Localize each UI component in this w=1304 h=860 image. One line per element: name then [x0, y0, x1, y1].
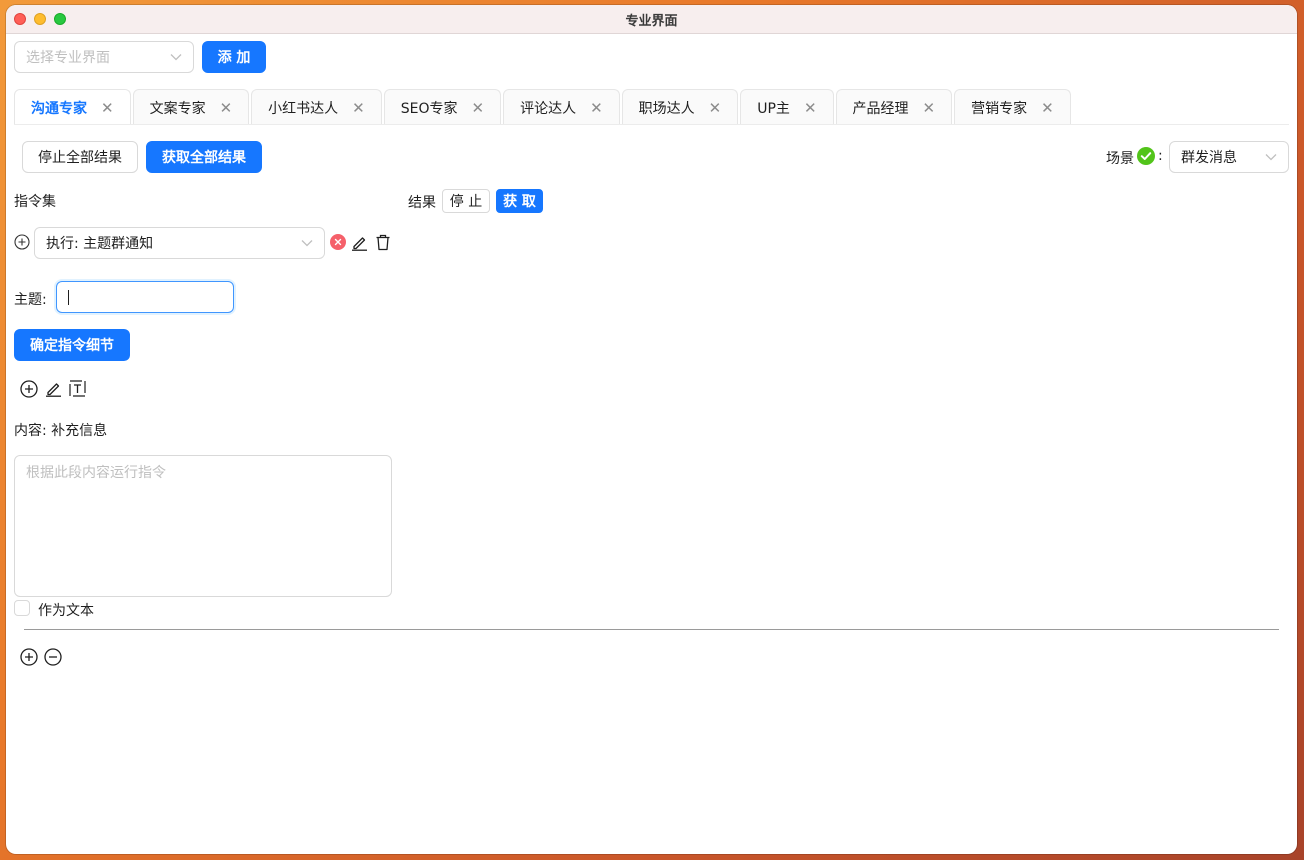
tab-1[interactable]: 沟通专家 ✕ [14, 89, 131, 125]
tab-bar-divider [14, 124, 1289, 125]
edit-content-icon[interactable] [45, 380, 62, 397]
tab-label: 沟通专家 [31, 100, 87, 117]
command-set-heading: 指令集 [14, 194, 56, 210]
remove-section-icon[interactable] [44, 648, 62, 666]
topic-label: 主题: [14, 292, 47, 308]
app-window: 专业界面 选择专业界面 添 加 沟通专家 ✕ 文案专家 ✕ 小红书达人 ✕ SEO专家 ✕ 评论… [6, 5, 1297, 854]
tab-label: 职场达人 [638, 100, 695, 117]
content-placeholder: 根据此段内容运行指令 [26, 465, 166, 481]
close-tab-icon[interactable]: ✕ [472, 99, 485, 117]
check-circle-icon [1137, 147, 1155, 165]
add-button[interactable]: 添 加 [202, 41, 266, 73]
tab-9[interactable]: 营销专家 ✕ [954, 89, 1071, 125]
as-text-label: 作为文本 [38, 603, 94, 619]
close-tab-icon[interactable]: ✕ [352, 99, 365, 117]
minimize-window-button[interactable] [34, 13, 46, 25]
scene-select-value: 群发消息 [1181, 150, 1237, 166]
tab-5[interactable]: 评论达人 ✕ [503, 89, 620, 125]
tab-7[interactable]: UP主 ✕ [740, 89, 834, 125]
edit-command-icon[interactable] [351, 234, 368, 251]
window-controls [14, 13, 66, 25]
chevron-down-icon [1265, 153, 1277, 161]
section-divider [24, 629, 1279, 630]
tab-label: 文案专家 [149, 100, 206, 117]
tab-label: UP主 [757, 100, 790, 117]
tab-8[interactable]: 产品经理 ✕ [835, 89, 953, 125]
scene-select[interactable]: 群发消息 [1169, 141, 1289, 173]
close-tab-icon[interactable]: ✕ [1041, 99, 1054, 117]
close-tab-icon[interactable]: ✕ [590, 99, 603, 117]
close-tab-icon[interactable]: ✕ [101, 99, 114, 117]
add-content-icon[interactable] [20, 380, 38, 398]
window-title: 专业界面 [625, 13, 678, 29]
close-tab-icon[interactable]: ✕ [804, 99, 817, 117]
close-tab-icon[interactable]: ✕ [923, 99, 936, 117]
close-tab-icon[interactable]: ✕ [709, 99, 722, 117]
interface-select[interactable]: 选择专业界面 [14, 41, 194, 73]
scene-colon: : [1158, 148, 1163, 164]
close-window-button[interactable] [14, 13, 26, 25]
close-tab-icon[interactable]: ✕ [220, 99, 233, 117]
stop-all-button[interactable]: 停止全部结果 [22, 141, 138, 173]
zoom-window-button[interactable] [54, 13, 66, 25]
tab-label: 小红书达人 [268, 100, 339, 117]
fetch-result-button[interactable]: 获 取 [496, 189, 543, 213]
tab-label: 评论达人 [520, 100, 577, 117]
content-label: 内容: 补充信息 [14, 423, 108, 439]
scene-label: 场景 [1106, 151, 1134, 167]
stop-result-button[interactable]: 停 止 [442, 189, 490, 213]
tab-3[interactable]: 小红书达人 ✕ [251, 89, 382, 125]
interface-select-placeholder: 选择专业界面 [26, 50, 110, 66]
title-bar: 专业界面 [6, 5, 1297, 34]
tab-2[interactable]: 文案专家 ✕ [132, 89, 250, 125]
delete-command-icon[interactable] [375, 234, 391, 251]
content-textarea[interactable]: 根据此段内容运行指令 [14, 455, 392, 597]
clear-command-icon[interactable] [330, 234, 346, 250]
command-select-value: 执行: 主题群通知 [46, 236, 154, 252]
add-section-icon[interactable] [20, 648, 38, 666]
fetch-all-button[interactable]: 获取全部结果 [146, 141, 262, 173]
tab-label: 产品经理 [852, 100, 909, 117]
chevron-down-icon [170, 53, 182, 61]
text-box-icon[interactable] [68, 379, 87, 398]
tab-4[interactable]: SEO专家 ✕ [383, 89, 502, 125]
results-label: 结果 [408, 195, 436, 211]
tab-bar: 沟通专家 ✕ 文案专家 ✕ 小红书达人 ✕ SEO专家 ✕ 评论达人 ✕ 职场达人 ✕ UP主 ✕ 产品经理… [14, 89, 1071, 125]
add-command-icon[interactable] [14, 234, 30, 250]
chevron-down-icon [301, 239, 313, 247]
tab-label: SEO专家 [400, 100, 458, 117]
tab-6[interactable]: 职场达人 ✕ [621, 89, 739, 125]
tab-label: 营销专家 [971, 100, 1028, 117]
as-text-checkbox[interactable] [14, 600, 30, 616]
text-caret [68, 290, 69, 305]
command-select[interactable]: 执行: 主题群通知 [34, 227, 325, 259]
confirm-command-button[interactable]: 确定指令细节 [14, 329, 130, 361]
topic-input[interactable] [56, 281, 234, 313]
